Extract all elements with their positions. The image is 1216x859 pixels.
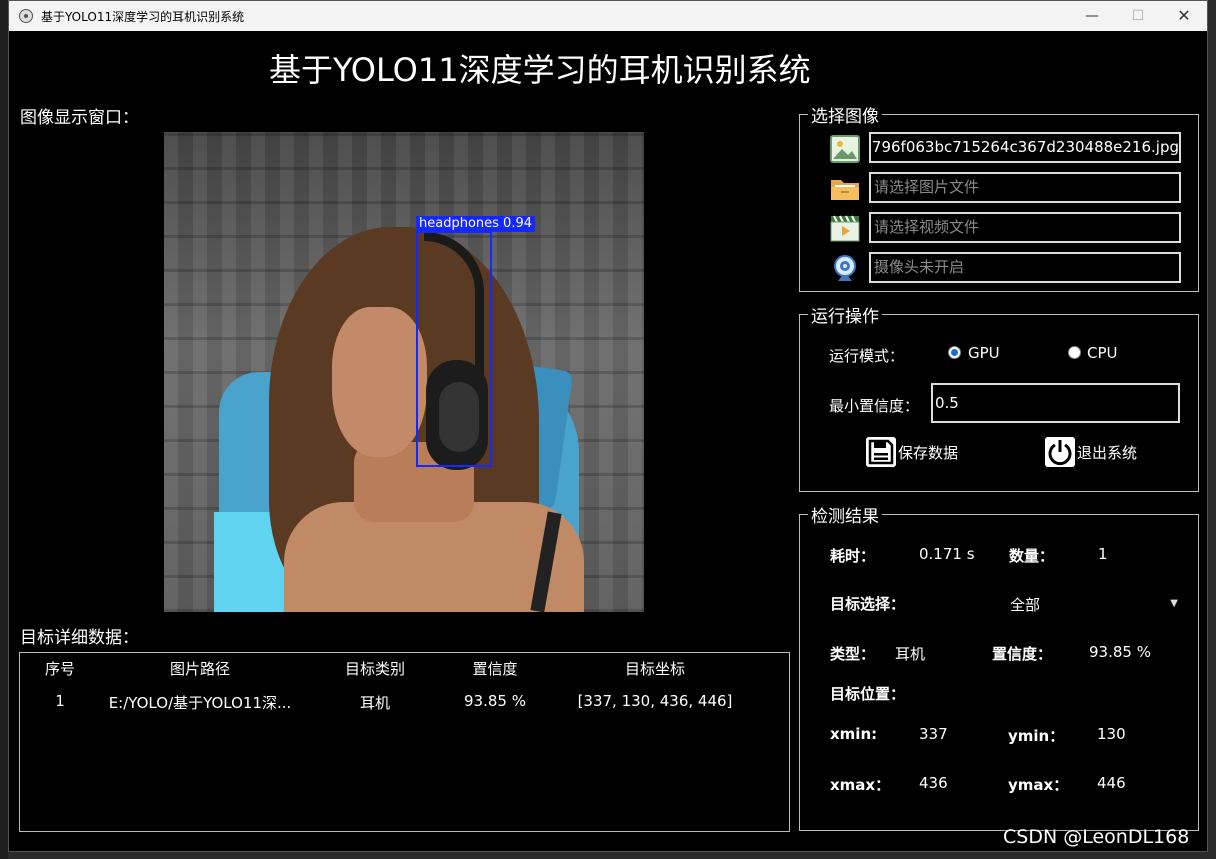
time-label: 耗时： <box>830 547 876 565</box>
power-icon <box>1045 437 1075 467</box>
table-cell-index: 1 <box>55 692 65 710</box>
title-bar: 基于YOLO11深度学习的耳机识别系统 — ☐ ✕ <box>9 1 1207 31</box>
table-label: 目标详细数据： <box>20 628 139 648</box>
run-mode-label: 运行模式： <box>829 347 905 365</box>
table-header-class[interactable]: 目标类别 <box>310 658 440 679</box>
type-label: 类型： <box>830 645 876 663</box>
app-heading: 基于YOLO11深度学习的耳机识别系统 <box>269 51 811 89</box>
type-value: 耳机 <box>895 645 926 663</box>
detections-table[interactable]: 序号 图片路径 目标类别 置信度 目标坐标 1 E:/YOLO/基于YOLO11… <box>19 652 790 832</box>
app-window: 基于YOLO11深度学习的耳机识别系统 — ☐ ✕ 基于YOLO11深度学习的耳… <box>8 0 1208 852</box>
min-confidence-input[interactable]: 0.5 <box>931 383 1180 423</box>
confidence-value: 93.85 % <box>1089 643 1151 661</box>
confidence-label: 置信度： <box>992 645 1053 663</box>
maximize-button[interactable]: ☐ <box>1115 1 1161 31</box>
position-label: 目标位置： <box>830 685 906 703</box>
gpu-radio-label[interactable]: GPU <box>968 344 1000 362</box>
select-image-title: 选择图像 <box>808 102 882 127</box>
video-icon[interactable] <box>830 213 860 243</box>
ymax-value: 446 <box>1097 774 1126 792</box>
detection-box <box>416 231 492 467</box>
table-header-path[interactable]: 图片路径 <box>90 658 310 679</box>
image-display: headphones 0.94 <box>164 132 644 612</box>
ymin-label: ymin： <box>1008 727 1065 745</box>
save-icon <box>866 437 896 467</box>
select-image-group: 选择图像 e1796f063bc715264c367d230488e216.jp… <box>799 102 1199 292</box>
watermark: CSDN @LeonDL168 <box>1003 826 1190 848</box>
image-file-field[interactable]: e1796f063bc715264c367d230488e216.jpg <box>869 132 1181 163</box>
minimize-button[interactable]: — <box>1069 1 1115 31</box>
min-confidence-label: 最小置信度： <box>829 397 920 415</box>
table-cell-coords: [337, 130, 436, 446] <box>577 692 733 710</box>
ymin-value: 130 <box>1097 725 1126 743</box>
results-group: 检测结果 耗时： 0.171 s 数量： 1 目标选择： 全部 ▼ 类型： 耳机… <box>799 502 1199 831</box>
window-title: 基于YOLO11深度学习的耳机识别系统 <box>41 10 245 24</box>
camera-field[interactable]: 摄像头未开启 <box>869 252 1181 283</box>
webcam-icon[interactable] <box>830 253 860 283</box>
time-value: 0.171 s <box>919 545 975 563</box>
count-label: 数量： <box>1009 547 1055 565</box>
image-folder-field[interactable]: 请选择图片文件 <box>869 172 1181 203</box>
run-ops-group: 运行操作 运行模式： GPU CPU 最小置信度： 0.5 保存数据 退出系统 <box>799 302 1199 492</box>
xmin-label: xmin: <box>830 725 878 743</box>
table-header-index[interactable]: 序号 <box>30 658 90 679</box>
exit-system-button[interactable]: 退出系统 <box>1045 436 1137 468</box>
gpu-radio[interactable] <box>948 346 961 359</box>
xmax-value: 436 <box>919 774 948 792</box>
table-cell-class: 耳机 <box>359 694 390 712</box>
table-header-coords[interactable]: 目标坐标 <box>540 658 770 679</box>
xmin-value: 337 <box>919 725 948 743</box>
xmax-label: xmax： <box>830 776 891 794</box>
save-data-button[interactable]: 保存数据 <box>866 436 958 468</box>
cpu-radio[interactable] <box>1068 346 1081 359</box>
folder-icon[interactable] <box>830 173 860 203</box>
image-icon[interactable] <box>830 134 860 164</box>
app-icon <box>19 9 33 23</box>
ymax-label: ymax： <box>1008 776 1069 794</box>
results-title: 检测结果 <box>808 502 882 527</box>
close-button[interactable]: ✕ <box>1161 1 1207 31</box>
exit-system-label: 退出系统 <box>1077 443 1138 462</box>
chevron-down-icon[interactable]: ▼ <box>1170 598 1178 609</box>
table-cell-path: E:/YOLO/基于YOLO11深... <box>108 694 292 712</box>
detection-label: headphones 0.94 <box>416 216 535 232</box>
target-select-label: 目标选择： <box>830 595 906 613</box>
save-data-label: 保存数据 <box>898 443 959 462</box>
image-panel-label: 图像显示窗口： <box>20 108 139 128</box>
cpu-radio-label[interactable]: CPU <box>1087 344 1118 362</box>
video-file-field[interactable]: 请选择视频文件 <box>869 212 1181 243</box>
target-select-value: 全部 <box>1010 596 1041 614</box>
run-ops-title: 运行操作 <box>808 302 882 327</box>
count-value: 1 <box>1098 545 1108 563</box>
target-select-combobox[interactable]: 全部 ▼ <box>1010 592 1180 616</box>
background-editor-strip <box>0 0 8 859</box>
photo-face <box>332 307 427 457</box>
